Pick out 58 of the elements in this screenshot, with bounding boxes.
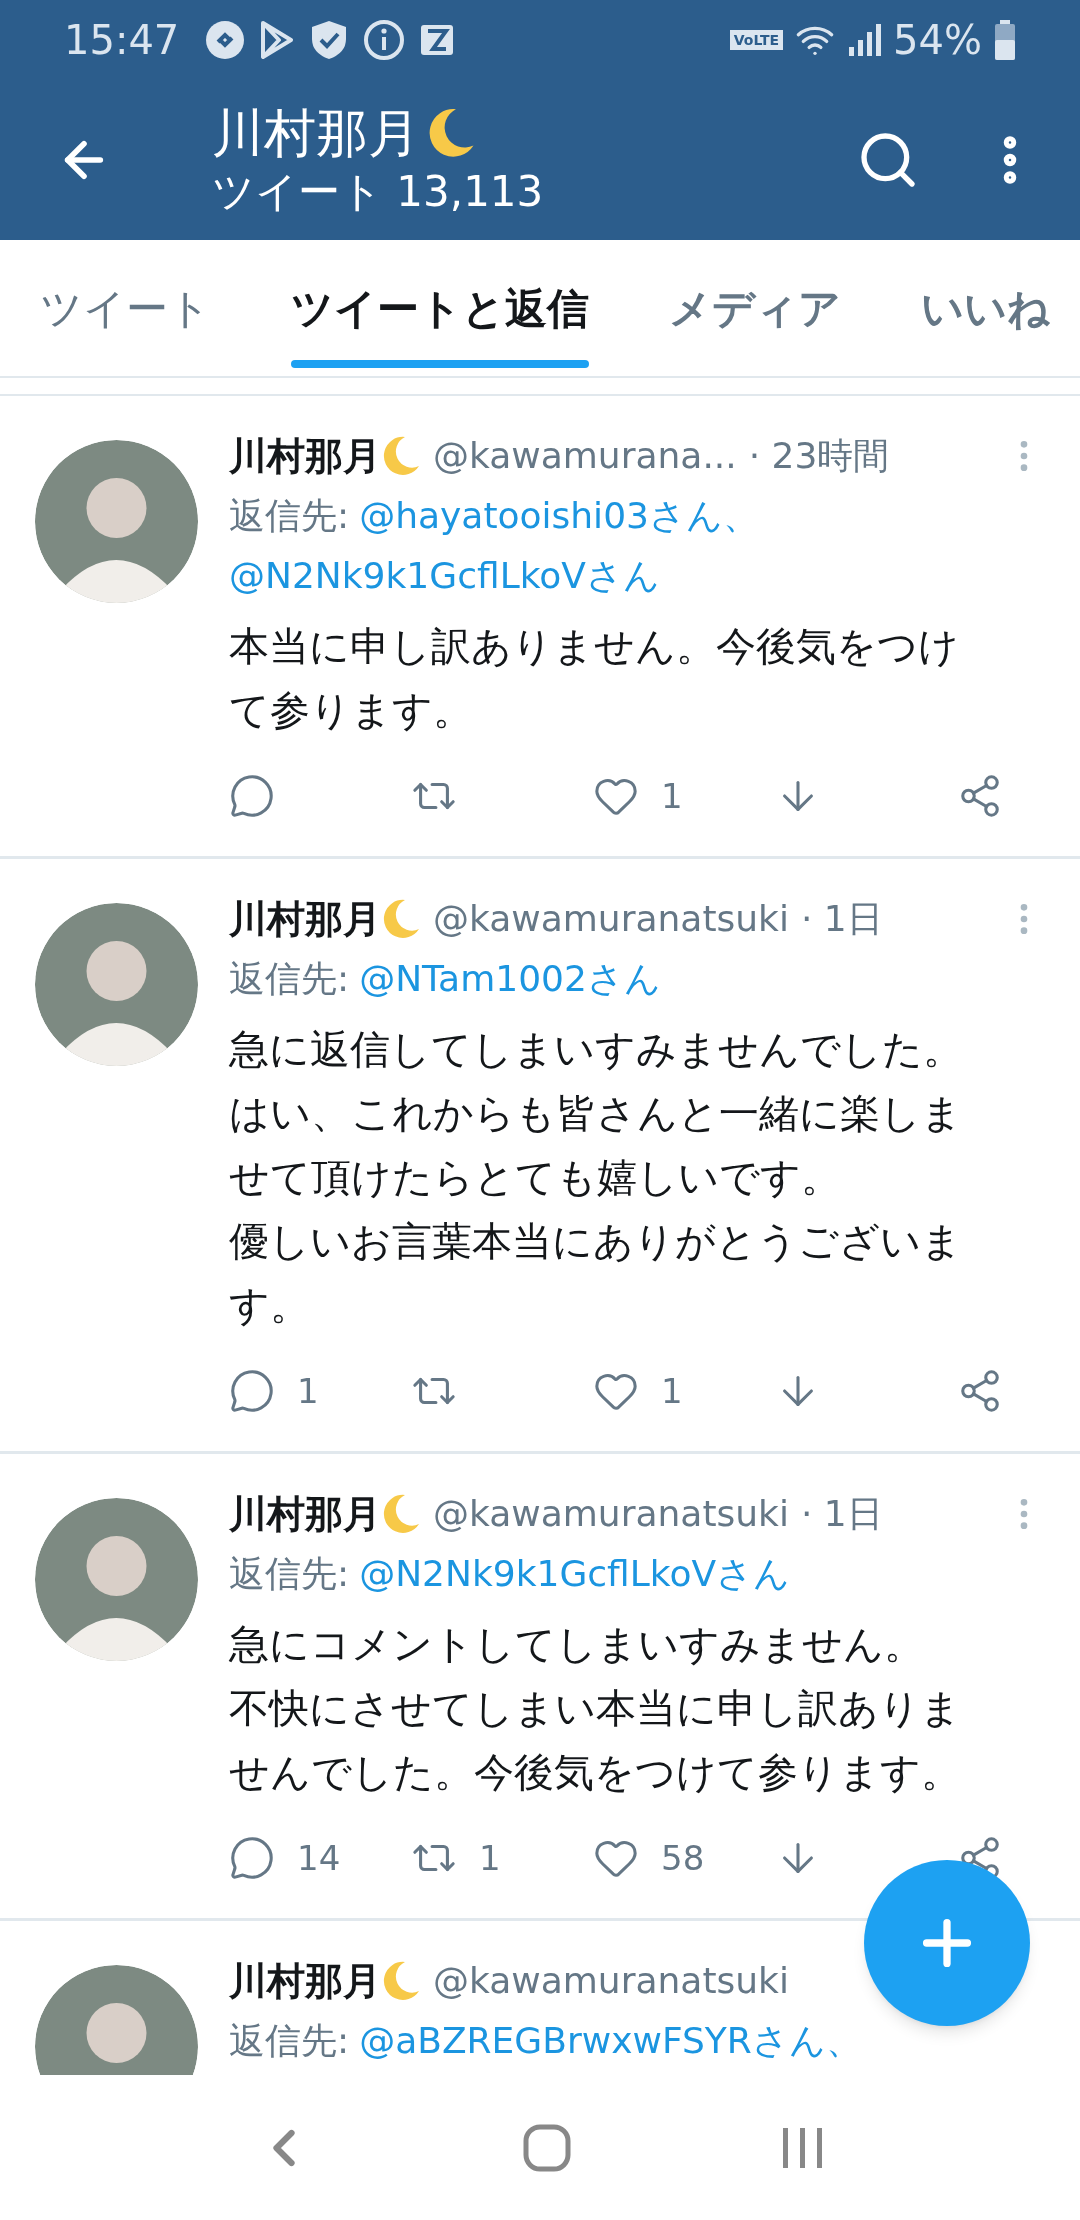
info-icon [363, 19, 406, 61]
author-handle: @kawamuranatsuki [433, 1959, 789, 2003]
crescent-moon-icon [381, 1492, 421, 1536]
battery-icon [994, 20, 1016, 60]
profile-tab[interactable]: いいね [881, 240, 1080, 376]
crescent-moon-icon [381, 1959, 421, 2003]
action-count: 1 [661, 774, 683, 818]
profile-name: 川村那月 [212, 102, 420, 165]
reply-label: 返信先: [229, 2019, 350, 2063]
crescent-moon-icon [381, 434, 421, 478]
reply-icon[interactable] [229, 773, 275, 819]
author-handle: @kawamurana... [433, 434, 737, 478]
author-handle: @kawamuranatsuki [433, 897, 789, 941]
reply-label: 返信先: [229, 1552, 350, 1596]
tweet-count: ツイート 13,113 [212, 166, 544, 218]
reply-handle-link[interactable]: @aBZREGBrwxwFSYRさん、 [359, 2011, 862, 2071]
author-name: 川村那月 [229, 432, 381, 480]
tweet-time: · 1日 [800, 897, 883, 941]
app-notification-icon [419, 23, 456, 57]
tweet-text: 急にコメントしてしまいすみません。 [229, 1620, 925, 1669]
author-name: 川村那月 [229, 1490, 381, 1538]
nav-home-button[interactable] [523, 2123, 571, 2172]
tweet-text: はい、これからも皆さんと一緒に楽しませて頂けたらとても嬉しいです。 [229, 1089, 963, 1202]
reply-handle-link[interactable]: @N2Nk9k1GcflLkoVさん [359, 1544, 791, 1604]
reply-icon[interactable] [229, 1368, 275, 1414]
notification-icon [205, 20, 246, 60]
avatar-icon [35, 440, 198, 603]
crescent-moon-icon [381, 897, 421, 941]
action-count: 1 [297, 1369, 319, 1413]
reply-label: 返信先: [229, 494, 350, 538]
reply-icon[interactable] [229, 1835, 275, 1881]
avatar-icon [35, 1498, 198, 1661]
action-count: 1 [479, 1836, 501, 1880]
reply-label: 返信先: [229, 957, 350, 1001]
reply-handle-link[interactable]: @hayatooishi03さん、 [359, 486, 759, 546]
tweet-time: · 23時間 [748, 434, 890, 478]
profile-tab[interactable]: ツイートと返信 [251, 240, 629, 376]
action-count: 1 [661, 1369, 683, 1413]
author-name: 川村那月 [229, 895, 381, 943]
signal-icon [847, 23, 882, 57]
tweet-text: 急に返信してしまいすみませんでした。 [229, 1025, 964, 1074]
volte-badge: VoLTE [729, 30, 784, 50]
action-count: 14 [297, 1836, 341, 1880]
action-count: 58 [661, 1836, 705, 1880]
author-handle: @kawamuranatsuki [433, 1492, 789, 1536]
profile-tab[interactable]: ツイート [0, 240, 251, 376]
profile-tab[interactable]: メディア [629, 240, 881, 376]
reply-handle-link[interactable]: @N2Nk9k1GcflLkoVさん [229, 546, 660, 606]
tweet-text: 不快にさせてしまい本当に申し訳ありませんでした。今後気をつけて参ります。 [229, 1684, 962, 1797]
play-store-icon [259, 21, 296, 59]
reply-handle-link[interactable]: @NTam1002さん [359, 949, 661, 1009]
battery-percent: 54% [893, 16, 982, 65]
avatar-icon [35, 903, 198, 1066]
tweet-text: 本当に申し訳ありません。今後気をつけて参ります。 [229, 622, 960, 735]
status-time: 15:47 [64, 16, 180, 65]
tweet-time: · 1日 [800, 1492, 883, 1536]
tweet-text: 優しいお言葉本当にありがとうございます。 [229, 1217, 963, 1330]
author-name: 川村那月 [229, 1957, 381, 2005]
